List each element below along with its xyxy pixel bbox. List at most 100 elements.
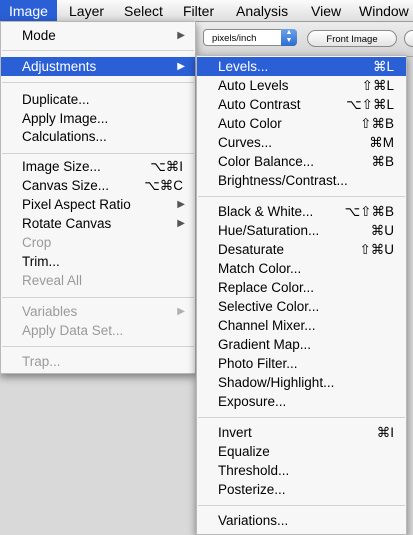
menu-item-auto-contrast[interactable]: Auto Contrast ⌥⇧⌘L xyxy=(197,95,406,114)
menu-item-replace-color[interactable]: Replace Color... xyxy=(197,278,406,297)
menu-item-rotate-canvas[interactable]: Rotate Canvas ▶ xyxy=(1,214,195,233)
menu-separator xyxy=(198,417,405,418)
menu-item-label: Channel Mixer... xyxy=(218,318,316,333)
menu-item-black-white[interactable]: Black & White... ⌥⇧⌘B xyxy=(197,202,406,221)
triangle-right-icon: ▶ xyxy=(177,199,185,210)
menu-item-hue-saturation[interactable]: Hue/Saturation... ⌘U xyxy=(197,221,406,240)
menu-item-label: Posterize... xyxy=(218,482,286,497)
menu-item-label: Reveal All xyxy=(22,273,83,288)
menu-item-apply-data-set: Apply Data Set... xyxy=(1,321,195,340)
menu-item-shortcut: ⌥⌘C xyxy=(144,178,183,193)
units-select-value: pixels/inch xyxy=(212,33,257,44)
menu-item-selective-color[interactable]: Selective Color... xyxy=(197,297,406,316)
triangle-right-icon: ▶ xyxy=(177,30,185,41)
menu-item-trim[interactable]: Trim... xyxy=(1,252,195,271)
menu-item-label: Trap... xyxy=(22,354,61,369)
menu-window[interactable]: Window xyxy=(350,0,413,22)
menu-analysis[interactable]: Analysis xyxy=(227,0,297,22)
triangle-right-icon: ▶ xyxy=(177,306,185,317)
menu-item-channel-mixer[interactable]: Channel Mixer... xyxy=(197,316,406,335)
menu-item-label: Mode xyxy=(22,28,56,43)
menu-item-posterize[interactable]: Posterize... xyxy=(197,480,406,499)
menu-view[interactable]: View xyxy=(302,0,350,22)
menu-item-auto-color[interactable]: Auto Color ⇧⌘B xyxy=(197,114,406,133)
menu-item-label: Black & White... xyxy=(218,204,314,219)
menu-item-label: Calculations... xyxy=(22,129,107,144)
menu-select[interactable]: Select xyxy=(115,0,172,22)
menu-item-threshold[interactable]: Threshold... xyxy=(197,461,406,480)
menu-item-apply-image[interactable]: Apply Image... xyxy=(1,109,195,128)
menu-item-shortcut: ⌥⌘I xyxy=(150,159,183,174)
menu-item-image-size[interactable]: Image Size... ⌥⌘I xyxy=(1,157,195,176)
menu-item-label: Photo Filter... xyxy=(218,356,298,371)
menu-item-match-color[interactable]: Match Color... xyxy=(197,259,406,278)
menu-item-color-balance[interactable]: Color Balance... ⌘B xyxy=(197,152,406,171)
menu-item-label: Brightness/Contrast... xyxy=(218,173,348,188)
menu-item-exposure[interactable]: Exposure... xyxy=(197,392,406,411)
front-image-button[interactable]: Front Image xyxy=(307,30,397,47)
menu-item-invert[interactable]: Invert ⌘I xyxy=(197,423,406,442)
menu-item-label: Levels... xyxy=(218,59,269,74)
triangle-right-icon: ▶ xyxy=(177,218,185,229)
menu-item-pixel-aspect-ratio[interactable]: Pixel Aspect Ratio ▶ xyxy=(1,195,195,214)
menu-item-label: Match Color... xyxy=(218,261,302,276)
menu-item-shortcut: ⌥⇧⌘L xyxy=(346,97,394,112)
menu-item-label: Variables xyxy=(22,304,78,319)
menu-item-variables: Variables ▶ xyxy=(1,302,195,321)
menu-layer[interactable]: Layer xyxy=(60,0,113,22)
menu-item-label: Threshold... xyxy=(218,463,290,478)
menu-item-label: Crop xyxy=(22,235,52,250)
menu-item-label: Rotate Canvas xyxy=(22,216,112,231)
up-down-arrows-icon: ▲ ▼ xyxy=(281,29,297,46)
menu-item-reveal-all: Reveal All xyxy=(1,271,195,290)
menu-item-duplicate[interactable]: Duplicate... xyxy=(1,90,195,109)
menu-item-canvas-size[interactable]: Canvas Size... ⌥⌘C xyxy=(1,176,195,195)
menu-item-adjustments[interactable]: Adjustments ▶ xyxy=(1,57,195,76)
menu-item-shortcut: ⌘M xyxy=(369,135,394,150)
menu-separator xyxy=(2,297,194,298)
units-select[interactable]: pixels/inch ▲ ▼ xyxy=(203,29,297,46)
menu-image[interactable]: Image xyxy=(0,0,57,22)
menu-item-shortcut: ⌘L xyxy=(372,59,394,74)
menu-item-label: Duplicate... xyxy=(22,92,90,107)
menu-item-auto-levels[interactable]: Auto Levels ⇧⌘L xyxy=(197,76,406,95)
menu-item-photo-filter[interactable]: Photo Filter... xyxy=(197,354,406,373)
menu-item-label: Auto Levels xyxy=(218,78,289,93)
menu-item-shortcut: ⇧⌘B xyxy=(360,116,394,131)
menu-item-brightness-contrast[interactable]: Brightness/Contrast... xyxy=(197,171,406,190)
menu-item-label: Auto Color xyxy=(218,116,282,131)
menu-item-label: Trim... xyxy=(22,254,60,269)
menu-item-shortcut: ⌘B xyxy=(371,154,394,169)
menu-item-shortcut: ⇧⌘U xyxy=(359,242,394,257)
menu-item-desaturate[interactable]: Desaturate ⇧⌘U xyxy=(197,240,406,259)
menu-item-mode[interactable]: Mode ▶ xyxy=(1,26,195,45)
menu-item-shortcut: ⌘U xyxy=(370,223,394,238)
menu-item-label: Desaturate xyxy=(218,242,285,257)
menu-separator xyxy=(2,50,194,51)
menu-item-calculations[interactable]: Calculations... xyxy=(1,127,195,146)
menu-item-levels[interactable]: Levels... ⌘L xyxy=(197,57,406,76)
menu-filter[interactable]: Filter xyxy=(174,0,223,22)
menu-item-label: Apply Image... xyxy=(22,111,109,126)
menu-item-label: Replace Color... xyxy=(218,280,315,295)
menu-item-label: Selective Color... xyxy=(218,299,320,314)
menu-item-label: Invert xyxy=(218,425,252,440)
menu-item-equalize[interactable]: Equalize xyxy=(197,442,406,461)
menu-item-shadow-highlight[interactable]: Shadow/Highlight... xyxy=(197,373,406,392)
menu-item-trap: Trap... xyxy=(1,352,195,371)
adjustments-submenu: Levels... ⌘L Auto Levels ⇧⌘L Auto Contra… xyxy=(196,55,407,535)
menu-bar: Image Layer Select Filter Analysis View … xyxy=(0,0,413,22)
menu-item-shortcut: ⇧⌘L xyxy=(361,78,394,93)
triangle-right-icon: ▶ xyxy=(177,61,185,72)
menu-item-label: Auto Contrast xyxy=(218,97,301,112)
menu-item-label: Apply Data Set... xyxy=(22,323,124,338)
menu-item-gradient-map[interactable]: Gradient Map... xyxy=(197,335,406,354)
menu-item-label: Pixel Aspect Ratio xyxy=(22,197,131,212)
menu-item-shortcut: ⌥⇧⌘B xyxy=(344,204,394,219)
menu-item-label: Variations... xyxy=(218,513,289,528)
menu-item-curves[interactable]: Curves... ⌘M xyxy=(197,133,406,152)
menu-item-variations[interactable]: Variations... xyxy=(197,511,406,530)
menu-separator xyxy=(198,505,405,506)
menu-item-label: Equalize xyxy=(218,444,270,459)
menu-item-label: Exposure... xyxy=(218,394,287,409)
